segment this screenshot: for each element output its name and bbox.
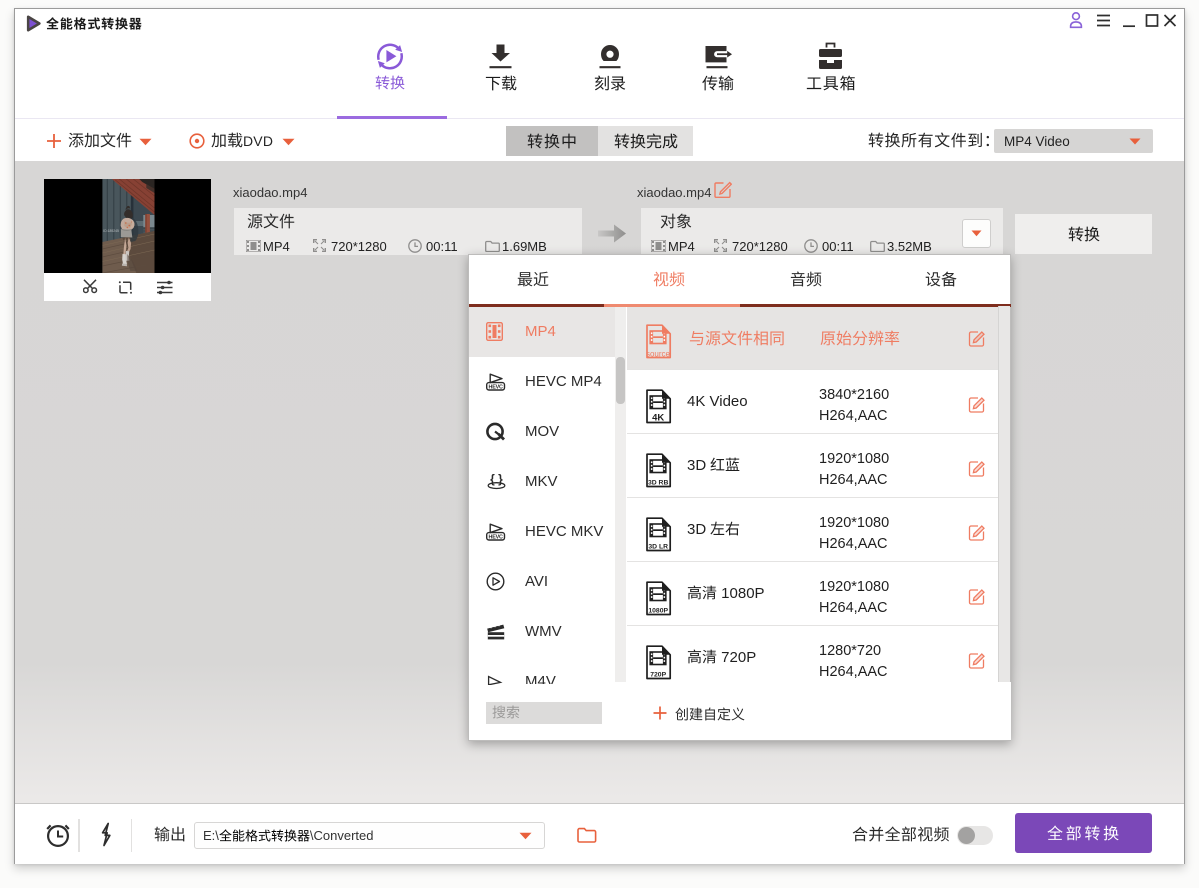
- svg-text:source: source: [646, 350, 671, 359]
- svg-text:4K: 4K: [652, 413, 664, 424]
- svg-text:{ }: { }: [490, 472, 503, 486]
- svg-text:1080P: 1080P: [648, 608, 668, 615]
- svg-text:HEVC: HEVC: [489, 384, 503, 390]
- svg-text:HEVC: HEVC: [489, 534, 503, 540]
- svg-text:3D RB: 3D RB: [648, 480, 668, 487]
- svg-text:3D LR: 3D LR: [648, 544, 668, 551]
- svg-text:ID:189245: ID:189245: [103, 229, 119, 233]
- svg-text:720P: 720P: [650, 672, 666, 679]
